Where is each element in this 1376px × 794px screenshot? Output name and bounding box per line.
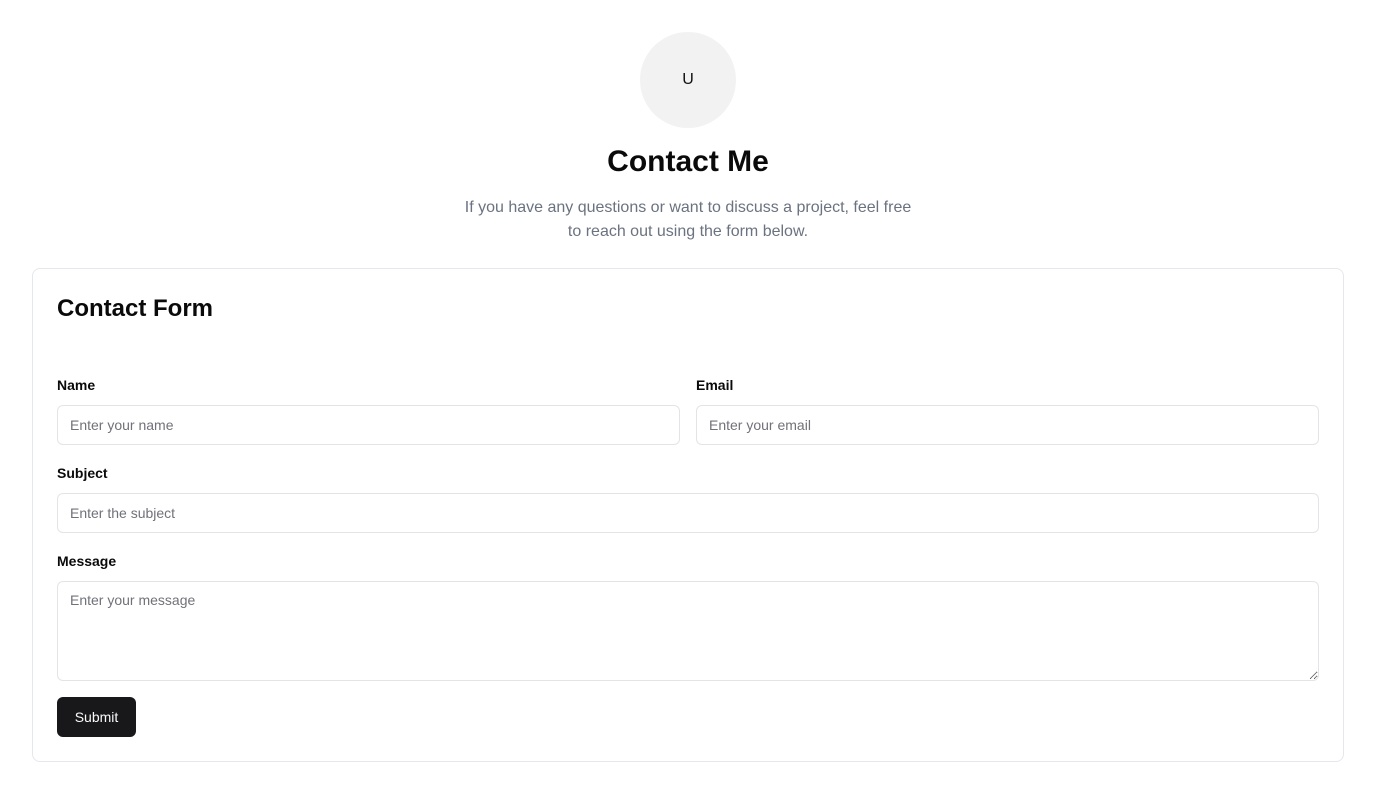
avatar: U xyxy=(640,32,736,128)
avatar-initial: U xyxy=(682,71,694,88)
intro-text: If you have any questions or want to dis… xyxy=(464,199,912,240)
form-title: Contact Form xyxy=(57,295,213,322)
name-input[interactable] xyxy=(57,405,680,445)
message-label: Message xyxy=(57,553,117,569)
contact-form-card: Contact Form Name Email Subject Message … xyxy=(32,268,1344,762)
name-label: Name xyxy=(57,377,96,393)
subject-input[interactable] xyxy=(57,493,1319,533)
submit-button[interactable]: Submit xyxy=(57,697,136,737)
email-label: Email xyxy=(696,377,734,393)
message-textarea[interactable] xyxy=(57,581,1319,681)
page-title: Contact Me xyxy=(607,145,769,178)
email-input[interactable] xyxy=(696,405,1319,445)
contact-page: U Contact Me If you have any questions o… xyxy=(0,0,1376,794)
subject-label: Subject xyxy=(57,465,108,481)
